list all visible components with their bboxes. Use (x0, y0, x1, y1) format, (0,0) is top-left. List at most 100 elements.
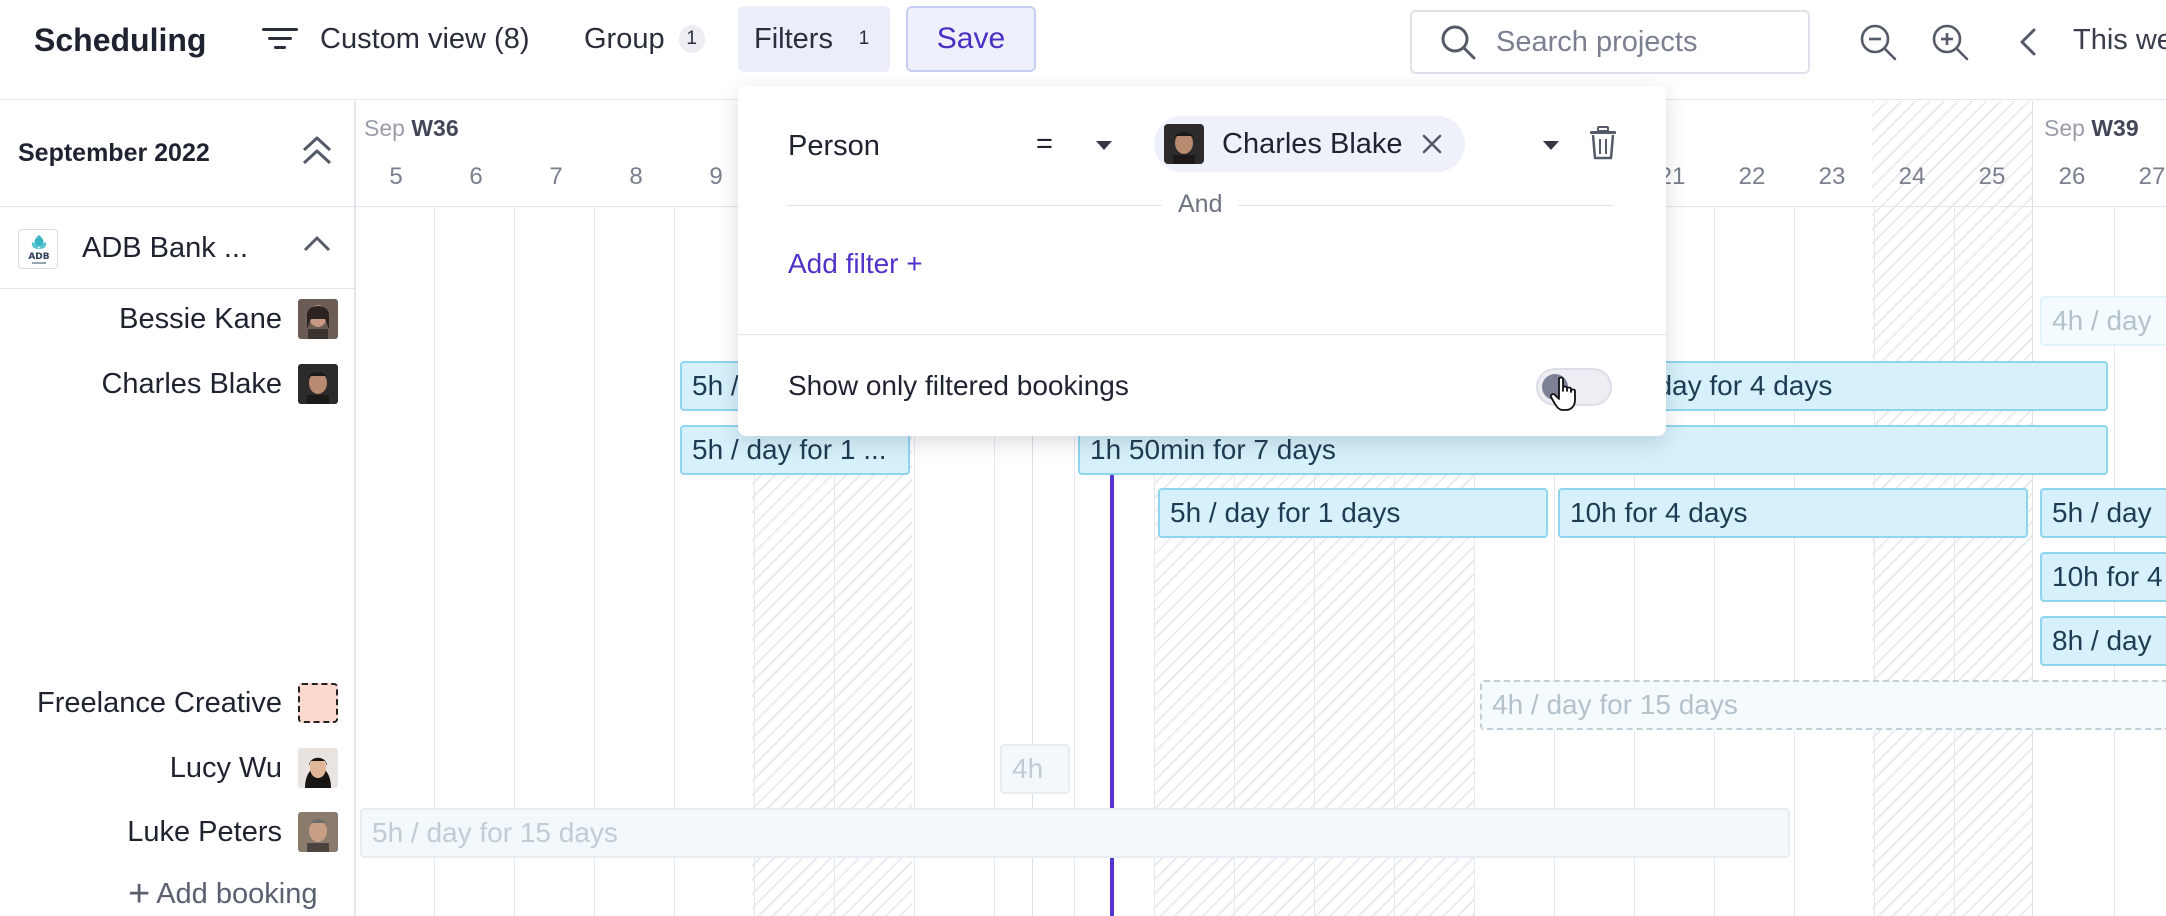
add-booking-label: Add booking (156, 877, 318, 910)
week-month: Sep (2044, 115, 2085, 141)
caret-down-icon (1543, 141, 1559, 150)
week-month: Sep (364, 115, 405, 141)
avatar (298, 299, 338, 339)
day-number: 6 (469, 163, 483, 190)
booking-bar[interactable]: 5h / day for 1 days (1158, 488, 1548, 538)
page-title: Scheduling (34, 22, 207, 58)
and-label: And (1162, 190, 1239, 219)
add-filter-button[interactable]: Add filter + (788, 248, 923, 280)
day-number: 27 (2138, 163, 2166, 190)
person-photo-icon (298, 748, 338, 788)
zoom-out-button[interactable] (1858, 22, 1898, 62)
person-photo-icon (298, 812, 338, 852)
section-divider (738, 334, 1666, 335)
previous-week-button[interactable] (2008, 22, 2048, 62)
booking-bar[interactable]: 8h / day (2040, 616, 2166, 666)
collapse-all-button[interactable] (300, 133, 334, 172)
booking-bar[interactable]: 4h / day for 15 days (1480, 680, 2166, 730)
resource-sidebar: September 2022 ADB ADB Bank ... Bessie K… (0, 101, 356, 916)
avatar (298, 812, 338, 852)
filter-operator: = (1036, 128, 1053, 160)
group-button[interactable]: Group 1 (584, 6, 705, 72)
chevron-left-icon (2020, 28, 2036, 56)
project-name: ADB Bank ... (82, 232, 249, 264)
filter-lines-icon (262, 28, 298, 49)
project-logo-text: ADB (28, 252, 49, 262)
filter-value-dropdown[interactable] (1542, 138, 1560, 156)
collapse-project-button[interactable] (302, 233, 332, 258)
week-number: W39 (2091, 115, 2139, 141)
person-row[interactable]: Charles Blake (101, 362, 338, 406)
person-name: Freelance Creative (37, 686, 282, 719)
save-button[interactable]: Save (906, 6, 1036, 72)
chevron-up-icon (303, 236, 331, 252)
booking-bar[interactable]: 10h for 4 (2040, 552, 2166, 602)
filters-button[interactable]: Filters 1 (738, 6, 890, 72)
custom-view-label: Custom view (8) (320, 22, 530, 55)
day-number: 24 (1898, 163, 1926, 190)
double-chevron-up-icon (302, 136, 332, 165)
person-row[interactable]: Luke Peters (127, 810, 338, 854)
avatar (298, 364, 338, 404)
search-box[interactable] (1410, 10, 1810, 74)
this-week-button[interactable]: This week (2073, 24, 2166, 57)
adb-bank-logo-icon: ADB (28, 235, 50, 264)
project-logo: ADB (18, 229, 58, 269)
booking-bar[interactable]: 4h (1000, 744, 1070, 794)
person-name: Charles Blake (101, 367, 282, 400)
person-row[interactable]: Bessie Kane (119, 297, 338, 341)
filter-value-label: Charles Blake (1222, 127, 1403, 160)
custom-view-button[interactable]: Custom view (8) (262, 6, 530, 72)
booking-bar[interactable]: 5h / day for 4 days (1630, 361, 2108, 411)
booking-bar[interactable]: 5h / day for 15 days (360, 808, 1790, 858)
person-photo-icon (298, 364, 338, 404)
caret-down-icon (1095, 140, 1112, 150)
person-photo-icon (298, 299, 338, 339)
top-bar: Scheduling Custom view (8) Group 1 Filte… (0, 0, 2166, 100)
booking-bar[interactable]: 4h / day (2040, 296, 2166, 346)
plus-icon: + (128, 873, 151, 915)
trash-icon (1590, 126, 1616, 160)
person-name: Luke Peters (127, 815, 282, 848)
delete-filter-button[interactable] (1588, 126, 1618, 165)
person-row[interactable]: Lucy Wu (170, 746, 338, 790)
month-label: September 2022 (18, 139, 210, 167)
close-icon[interactable] (1421, 133, 1443, 155)
zoom-in-icon (1932, 24, 1969, 61)
search-input[interactable] (1496, 25, 1796, 59)
booking-bar[interactable]: 10h for 4 days (1558, 488, 2028, 538)
group-count-badge: 1 (678, 25, 705, 53)
search-icon (1441, 25, 1476, 60)
group-label: Group (584, 22, 665, 55)
freelance-placeholder-avatar (298, 683, 338, 723)
day-number: 8 (629, 163, 643, 190)
week-label: Sep W36 (364, 115, 459, 142)
zoom-out-icon (1860, 24, 1897, 61)
filters-count-badge: 1 (858, 28, 870, 49)
day-number: 23 (1818, 163, 1846, 190)
hand-pointer-icon (1550, 376, 1576, 411)
day-number: 25 (1978, 163, 2006, 190)
day-number: 5 (389, 163, 403, 190)
week-separator (2032, 101, 2033, 916)
day-number: 7 (549, 163, 563, 190)
day-number: 22 (1738, 163, 1766, 190)
project-row[interactable]: ADB ADB Bank ... (0, 207, 356, 289)
filter-value-chip[interactable]: Charles Blake (1154, 116, 1465, 172)
add-booking-button[interactable]: + Add booking (128, 875, 317, 913)
filters-label: Filters (754, 22, 833, 55)
day-number: 26 (2058, 163, 2086, 190)
week-number: W36 (411, 115, 459, 141)
person-photo-icon (1164, 124, 1204, 164)
filtered-bookings-toggle-label: Show only filtered bookings (788, 370, 1129, 401)
filter-popup: Person = Charles Blake And Add filter + … (738, 86, 1666, 436)
person-row[interactable]: Freelance Creative (37, 681, 338, 725)
avatar (1164, 124, 1204, 164)
booking-bar[interactable]: 5h / day (2040, 488, 2166, 538)
zoom-in-button[interactable] (1930, 22, 1970, 62)
filter-operator-select[interactable]: = (1036, 128, 1113, 161)
month-header: September 2022 (0, 101, 356, 207)
filter-field-select[interactable]: Person (788, 130, 880, 163)
person-name: Bessie Kane (119, 302, 282, 335)
week-label: Sep W39 (2044, 115, 2139, 142)
